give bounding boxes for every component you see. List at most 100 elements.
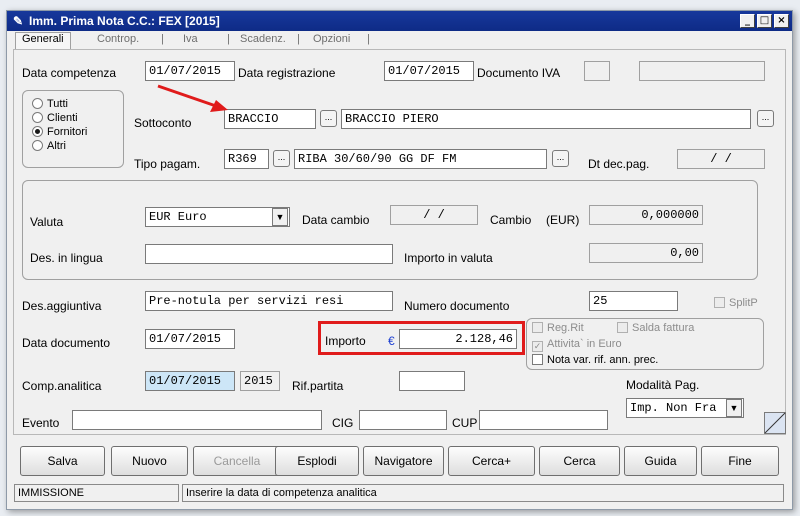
radio-clienti[interactable]: Clienti	[32, 112, 78, 124]
comp-analitica-date-field[interactable]: 01/07/2015	[145, 371, 235, 391]
cup-field[interactable]	[479, 410, 608, 430]
sottoconto-lookup-button[interactable]: ...	[320, 110, 337, 127]
tab-opzioni[interactable]: Opzioni	[313, 33, 350, 45]
documento-iva-label: Documento IVA	[477, 66, 561, 80]
reg-rit-checkbox[interactable]: Reg.Rit	[532, 322, 584, 334]
data-cambio-field[interactable]: / /	[390, 205, 478, 225]
salva-button[interactable]: Salva	[20, 446, 105, 476]
esplodi-button[interactable]: Esplodi	[275, 446, 359, 476]
rif-partita-label: Rif.partita	[292, 379, 344, 393]
radio-clienti-label: Clienti	[47, 112, 78, 124]
radio-altri-label: Altri	[47, 140, 66, 152]
checkbox-box	[532, 322, 543, 333]
tipo-pagam-code-field[interactable]: R369	[224, 149, 269, 169]
des-aggiuntiva-field[interactable]: Pre-notula per servizi resi	[145, 291, 393, 311]
tab-generali[interactable]: Generali	[15, 32, 71, 49]
rif-partita-field[interactable]	[399, 371, 465, 391]
tab-separator: |	[161, 33, 164, 45]
nota-var-checkbox[interactable]: Nota var. rif. ann. prec.	[532, 354, 658, 366]
radio-dot	[32, 112, 43, 123]
sottoconto-code-field[interactable]: BRACCIO	[224, 109, 316, 129]
documento-iva-number-field[interactable]	[639, 61, 765, 81]
cambio-label: Cambio	[490, 213, 532, 227]
status-message: Inserire la data di competenza analitica	[182, 484, 784, 502]
modalita-pag-dropdown-button[interactable]: ▼	[726, 399, 742, 417]
fine-button[interactable]: Fine	[701, 446, 779, 476]
data-documento-label: Data documento	[22, 336, 111, 350]
sottoconto-name-lookup-button[interactable]: ...	[757, 110, 774, 127]
tipo-pagam-label: Tipo pagam.	[134, 157, 201, 171]
cup-label: CUP	[452, 416, 478, 430]
radio-dot	[32, 140, 43, 151]
numero-documento-field[interactable]: 25	[589, 291, 678, 311]
tab-scadenz[interactable]: Scadenz.	[240, 33, 286, 45]
guida-button[interactable]: Guida	[624, 446, 697, 476]
importo-field[interactable]: 2.128,46	[399, 329, 517, 349]
resize-corner-icon[interactable]	[764, 412, 786, 434]
valuta-select[interactable]: EUR Euro	[145, 207, 290, 227]
cerca-plus-button[interactable]: Cerca+	[448, 446, 535, 476]
documento-iva-field[interactable]	[584, 61, 610, 81]
radio-dot	[32, 98, 43, 109]
evento-field[interactable]	[72, 410, 322, 430]
close-button[interactable]: ×	[774, 14, 789, 28]
dt-dec-pag-field[interactable]: / /	[677, 149, 765, 169]
minimize-button[interactable]: _	[740, 14, 755, 28]
valuta-dropdown-button[interactable]: ▼	[272, 208, 288, 226]
sottoconto-name-field[interactable]: BRACCIO PIERO	[341, 109, 751, 129]
nuovo-button[interactable]: Nuovo	[111, 446, 188, 476]
tipo-pagam-desc-field[interactable]: RIBA 30/60/90 GG DF FM	[294, 149, 547, 169]
importo-valuta-field[interactable]: 0,00	[589, 243, 703, 263]
window-title: Imm. Prima Nota C.C.: FEX [2015]	[29, 14, 220, 28]
attivita-euro-checkbox[interactable]: ✓ Attivita` in Euro	[532, 338, 622, 352]
euro-icon: €	[388, 334, 395, 348]
cerca-button[interactable]: Cerca	[539, 446, 620, 476]
importo-valuta-label: Importo in valuta	[404, 251, 493, 265]
valuta-label: Valuta	[30, 215, 64, 229]
radio-tutti[interactable]: Tutti	[32, 98, 68, 110]
des-aggiuntiva-label: Des.aggiuntiva	[22, 299, 102, 313]
cambio-unit: (EUR)	[546, 213, 580, 227]
importo-label: Importo	[325, 334, 366, 348]
navigatore-button[interactable]: Navigatore	[363, 446, 444, 476]
cambio-field[interactable]: 0,000000	[589, 205, 703, 225]
des-lingua-field[interactable]	[145, 244, 393, 264]
maximize-button[interactable]: □	[757, 14, 772, 28]
tab-separator: |	[297, 33, 300, 45]
checkbox-box	[714, 297, 725, 308]
checkbox-checked: ✓	[532, 341, 543, 352]
app-icon: ✎	[12, 14, 24, 28]
data-documento-field[interactable]: 01/07/2015	[145, 329, 235, 349]
tab-separator: |	[367, 33, 370, 45]
generali-panel: Data competenza 01/07/2015 Data registra…	[13, 49, 786, 435]
evento-label: Evento	[22, 416, 60, 430]
cig-label: CIG	[332, 416, 354, 430]
comp-analitica-year-field[interactable]: 2015	[240, 371, 280, 391]
tab-controp[interactable]: Controp.	[97, 33, 139, 45]
salda-fattura-label: Salda fattura	[632, 322, 695, 334]
data-competenza-field[interactable]: 01/07/2015	[145, 61, 235, 81]
checkbox-box	[617, 322, 628, 333]
cancella-button[interactable]: Cancella	[193, 446, 281, 476]
data-registrazione-field[interactable]: 01/07/2015	[384, 61, 474, 81]
checkbox-box	[532, 354, 543, 365]
des-lingua-label: Des. in lingua	[30, 251, 103, 265]
radio-fornitori-label: Fornitori	[47, 126, 88, 138]
tipo-pagam-lookup-button[interactable]: ...	[273, 150, 290, 167]
radio-fornitori[interactable]: Fornitori	[32, 126, 87, 138]
salda-fattura-checkbox[interactable]: Salda fattura	[617, 322, 694, 334]
sottoconto-label: Sottoconto	[134, 116, 192, 130]
attivita-euro-label: Attivita` in Euro	[547, 338, 622, 350]
radio-altri[interactable]: Altri	[32, 140, 66, 152]
splitp-checkbox[interactable]: SplitP	[714, 297, 758, 309]
radio-dot-selected	[32, 126, 43, 137]
cig-field[interactable]	[359, 410, 447, 430]
reg-rit-label: Reg.Rit	[547, 322, 584, 334]
data-cambio-label: Data cambio	[302, 213, 370, 227]
nota-var-label: Nota var. rif. ann. prec.	[547, 354, 659, 366]
tipo-pagam-desc-lookup-button[interactable]: ...	[552, 150, 569, 167]
prima-nota-window: ✎ Imm. Prima Nota C.C.: FEX [2015] _ □ ×…	[6, 10, 793, 510]
tab-iva[interactable]: Iva	[183, 33, 198, 45]
comp-analitica-label: Comp.analitica	[22, 379, 102, 393]
red-arrow-annotation	[157, 84, 228, 112]
